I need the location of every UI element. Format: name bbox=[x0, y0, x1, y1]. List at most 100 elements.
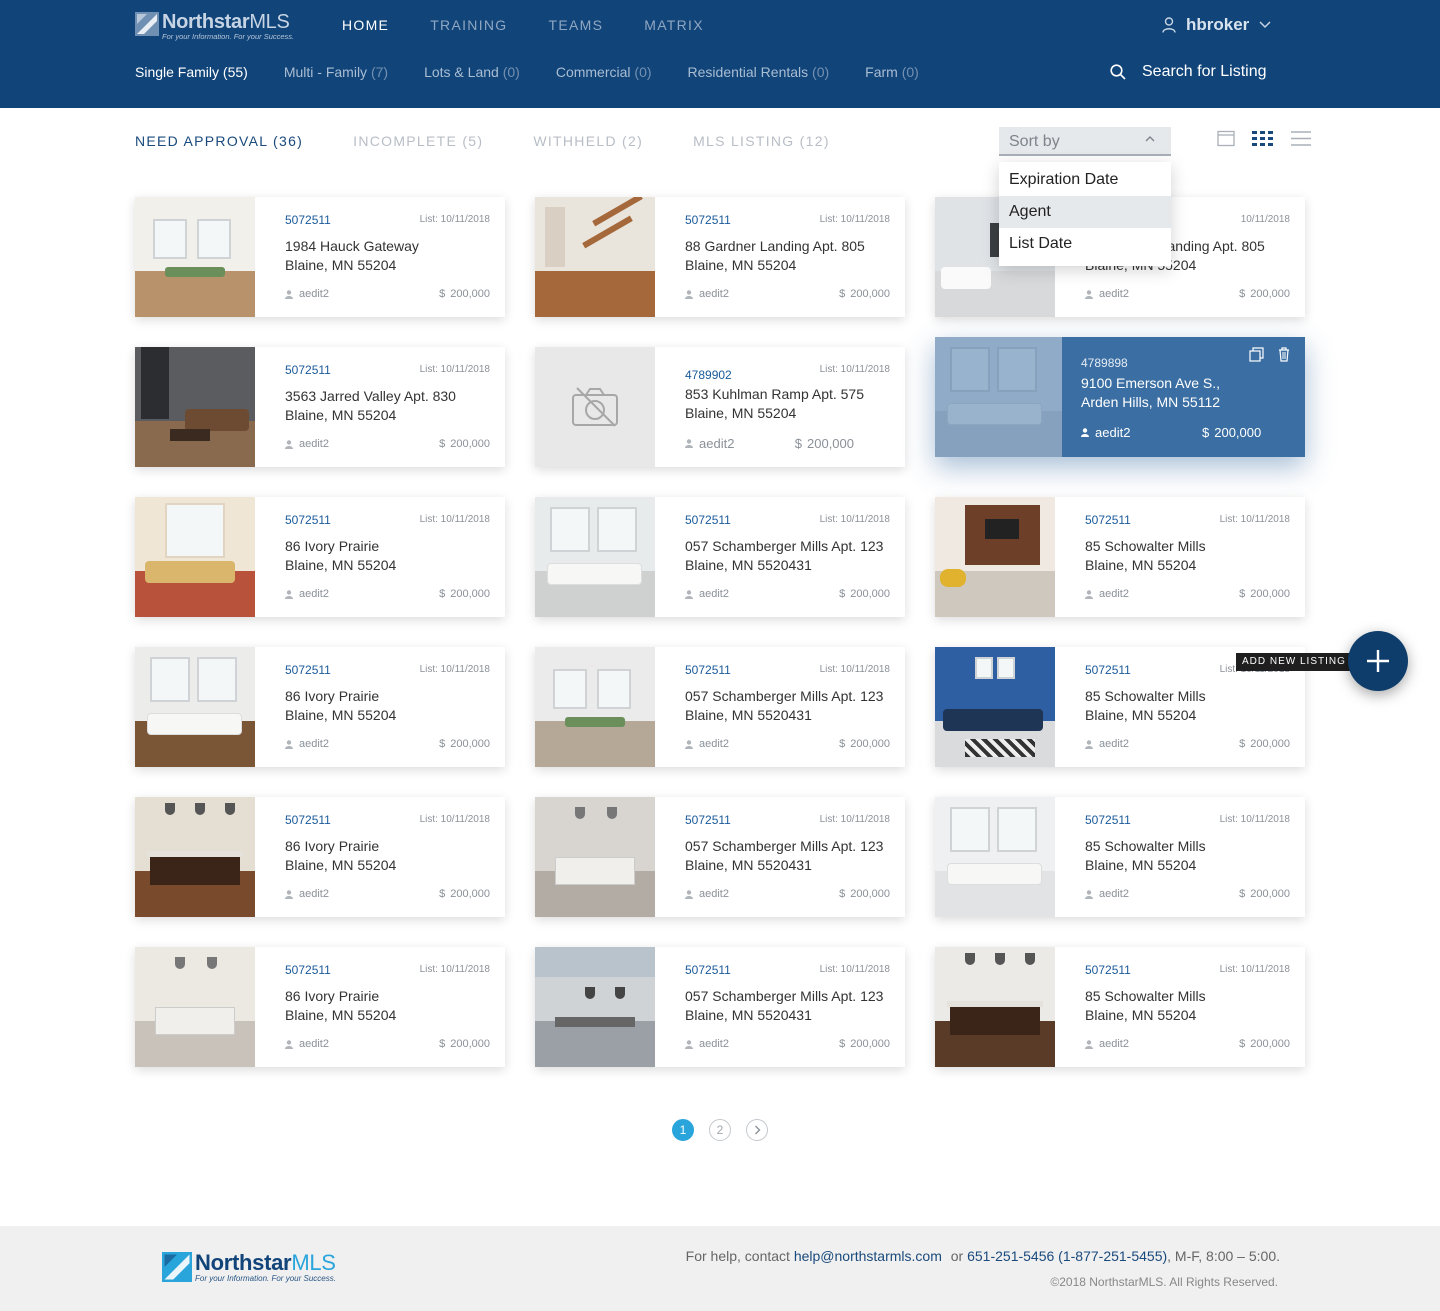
mls-number[interactable]: 5072511 bbox=[685, 813, 731, 827]
listing-thumbnail[interactable] bbox=[135, 797, 255, 917]
listing-card[interactable]: 5072511 List: 10/11/2018 1984 Hauck Gatewa… bbox=[135, 197, 505, 317]
listing-thumbnail[interactable] bbox=[135, 947, 255, 1067]
sort-option-expiration-date[interactable]: Expiration Date bbox=[999, 164, 1171, 196]
subnav-multi-family[interactable]: Multi - Family (7) bbox=[284, 64, 388, 80]
tab-mls-listing[interactable]: MLS LISTING (12) bbox=[693, 133, 830, 149]
listing-card[interactable]: 5072511 List: 10/11/2018 85 Schowalter Mil… bbox=[935, 497, 1305, 617]
address-street: 86 Ivory Prairie bbox=[285, 538, 380, 554]
mls-number[interactable]: 5072511 bbox=[285, 663, 331, 677]
dollar-icon: $ bbox=[1202, 425, 1210, 440]
address-city: Blaine, MN 55204 bbox=[285, 1007, 397, 1023]
sort-option-list-date[interactable]: List Date bbox=[999, 228, 1171, 260]
trash-icon[interactable] bbox=[1278, 347, 1290, 367]
listing-card[interactable]: 5072511 List: 10/11/2018 3563 Jarred Valle… bbox=[135, 347, 505, 467]
add-listing-button[interactable] bbox=[1348, 631, 1408, 691]
page-2-button[interactable]: 2 bbox=[709, 1119, 731, 1141]
listing-card[interactable]: 5072511 List: 10/11/2018 057 Schamberger M… bbox=[535, 797, 905, 917]
listing-card[interactable]: 5072511 List: 10/11/2018 057 Schamberger M… bbox=[535, 647, 905, 767]
mls-number[interactable]: 5072511 bbox=[685, 513, 731, 527]
listing-thumbnail[interactable] bbox=[535, 347, 655, 467]
next-page-button[interactable] bbox=[746, 1119, 768, 1141]
mls-number[interactable]: 5072511 bbox=[1085, 663, 1131, 677]
footer-logo[interactable]: NorthstarMLS For your Information. For y… bbox=[162, 1252, 336, 1283]
subnav-single-family[interactable]: Single Family (55) bbox=[135, 64, 248, 80]
tab-need-approval[interactable]: NEED APPROVAL (36) bbox=[135, 133, 303, 149]
address-street: 1984 Hauck Gateway bbox=[285, 238, 419, 254]
price-value: 200,000 bbox=[1250, 888, 1290, 900]
list-view-icon[interactable] bbox=[1291, 130, 1311, 147]
agent-name: aedit2 bbox=[1099, 738, 1129, 750]
listing-card[interactable]: 4789902 List: 10/11/2018 853 Kuhlman Ramp … bbox=[535, 347, 905, 467]
subnav-count: (7) bbox=[370, 64, 389, 80]
dollar-icon: $ bbox=[1239, 738, 1246, 750]
listing-card[interactable]: 5072511 List: 10/11/2018 86 Ivory Prairie B… bbox=[135, 797, 505, 917]
nav-teams[interactable]: TEAMS bbox=[549, 17, 604, 33]
search-listing[interactable]: Search for Listing bbox=[1110, 63, 1267, 81]
top-header: NorthstarMLS For your Information. For y… bbox=[0, 0, 1440, 108]
listing-thumbnail[interactable] bbox=[535, 497, 655, 617]
listing-thumbnail[interactable] bbox=[935, 947, 1055, 1067]
listing-thumbnail[interactable] bbox=[935, 497, 1055, 617]
tab-incomplete[interactable]: INCOMPLETE (5) bbox=[353, 133, 483, 149]
listing-card[interactable]: 5072511 List: 10/11/2018 86 Ivory Prairie B… bbox=[135, 947, 505, 1067]
mls-number[interactable]: 5072511 bbox=[285, 363, 331, 377]
sort-option-agent[interactable]: Agent bbox=[999, 196, 1171, 228]
duplicate-icon[interactable] bbox=[1249, 347, 1264, 367]
card-view-icon[interactable] bbox=[1217, 130, 1235, 147]
mls-number[interactable]: 5072511 bbox=[285, 513, 331, 527]
mls-number[interactable]: 5072511 bbox=[1085, 513, 1131, 527]
subnav-lots-land[interactable]: Lots & Land (0) bbox=[424, 64, 520, 80]
mls-number[interactable]: 5072511 bbox=[1085, 963, 1131, 977]
grid-view-icon[interactable] bbox=[1252, 130, 1274, 147]
listing-card[interactable]: 5072511 List: 10/11/2018 88 Gardner Landin… bbox=[535, 197, 905, 317]
nav-matrix[interactable]: MATRIX bbox=[644, 17, 704, 33]
mls-number[interactable]: 5072511 bbox=[285, 963, 331, 977]
listing-thumbnail[interactable] bbox=[535, 197, 655, 317]
mls-number[interactable]: 5072511 bbox=[1085, 813, 1131, 827]
subnav-residential-rentals[interactable]: Residential Rentals (0) bbox=[688, 64, 830, 80]
user-menu[interactable]: hbroker bbox=[1162, 15, 1271, 35]
listing-thumbnail[interactable] bbox=[935, 797, 1055, 917]
tab-withheld[interactable]: WITHHELD (2) bbox=[533, 133, 643, 149]
mls-number[interactable]: 5072511 bbox=[685, 663, 731, 677]
listing-price: $200,000 bbox=[1239, 1038, 1290, 1050]
mls-number[interactable]: 5072511 bbox=[285, 813, 331, 827]
listing-thumbnail[interactable] bbox=[135, 347, 255, 467]
listing-thumbnail[interactable] bbox=[935, 647, 1055, 767]
mls-number[interactable]: 5072511 bbox=[685, 963, 731, 977]
agent-name: aedit2 bbox=[699, 738, 729, 750]
listing-photo bbox=[535, 197, 655, 317]
list-date: List: 10/11/2018 bbox=[819, 364, 890, 375]
listing-card[interactable]: 5072511 List: 10/11/2018 057 Schamberger M… bbox=[535, 497, 905, 617]
listing-thumbnail[interactable] bbox=[135, 197, 255, 317]
dollar-icon: $ bbox=[839, 1038, 846, 1050]
person-icon bbox=[285, 1039, 293, 1049]
price-value: 200,000 bbox=[450, 1038, 490, 1050]
help-email-link[interactable]: help@northstarmls.com bbox=[794, 1248, 942, 1264]
listing-thumbnail[interactable] bbox=[535, 647, 655, 767]
help-phone-link[interactable]: 651-251-5456 (1-877-251-5455) bbox=[967, 1248, 1167, 1264]
listing-card[interactable]: 4789898 9100 Emerson Ave S., Arden Hills, … bbox=[935, 337, 1305, 457]
listing-card[interactable]: 5072511 List: 10/11/2018 85 Schowalter Mil… bbox=[935, 797, 1305, 917]
mls-number[interactable]: 5072511 bbox=[685, 213, 731, 227]
page-1-button[interactable]: 1 bbox=[672, 1119, 694, 1141]
brand-logo[interactable]: NorthstarMLS For your Information. For y… bbox=[135, 12, 294, 41]
nav-home[interactable]: HOME bbox=[342, 17, 389, 33]
listing-card[interactable]: 5072511 List: 10/11/2018 86 Ivory Prairie B… bbox=[135, 497, 505, 617]
listing-thumbnail[interactable] bbox=[535, 947, 655, 1067]
listing-card[interactable]: 5072511 List: 10/11/2018 86 Ivory Prairie B… bbox=[135, 647, 505, 767]
listing-thumbnail[interactable] bbox=[535, 797, 655, 917]
no-photo-icon bbox=[572, 387, 618, 427]
mls-number[interactable]: 4789902 bbox=[685, 368, 732, 382]
nav-training[interactable]: TRAINING bbox=[430, 17, 507, 33]
subnav-commercial[interactable]: Commercial (0) bbox=[556, 64, 652, 80]
mls-number[interactable]: 5072511 bbox=[285, 213, 331, 227]
sort-select[interactable]: Sort by bbox=[999, 127, 1171, 156]
listing-card[interactable]: 5072511 List: 10/11/2018 057 Schamberger M… bbox=[535, 947, 905, 1067]
listing-thumbnail[interactable] bbox=[135, 497, 255, 617]
mls-number[interactable]: 4789898 bbox=[1081, 356, 1128, 370]
subnav-farm[interactable]: Farm (0) bbox=[865, 64, 919, 80]
listing-thumbnail[interactable] bbox=[935, 337, 1062, 457]
listing-thumbnail[interactable] bbox=[135, 647, 255, 767]
listing-card[interactable]: 5072511 List: 10/11/2018 85 Schowalter Mil… bbox=[935, 947, 1305, 1067]
